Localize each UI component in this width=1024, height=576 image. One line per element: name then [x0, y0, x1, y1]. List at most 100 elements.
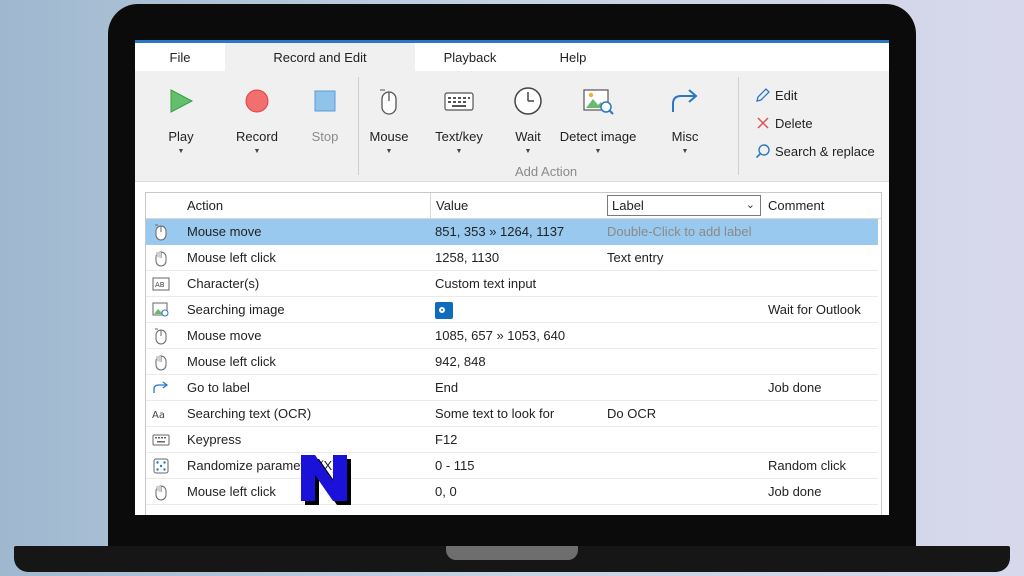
delete-label: Delete [775, 115, 813, 131]
edit-label: Edit [775, 87, 798, 103]
row-label[interactable]: Text entry [607, 245, 663, 270]
table-row[interactable]: Randomize parameter (X) 0 - 115 Random cli… [146, 453, 878, 479]
search-replace-button[interactable]: Search & replace [755, 143, 875, 159]
play-button[interactable]: Play ▼ [157, 85, 205, 155]
chevron-down-icon: ▼ [455, 148, 463, 155]
record-button[interactable]: Record ▼ [231, 85, 283, 155]
header-label-dropdown[interactable]: Label ⌄ [607, 195, 761, 216]
goto-arrow-icon [150, 375, 172, 400]
search-replace-label: Search & replace [775, 143, 875, 159]
row-value[interactable]: 1258, 1130 [435, 245, 499, 270]
row-value[interactable]: End [435, 375, 458, 400]
tab-playback[interactable]: Playback [425, 43, 515, 71]
text-input-icon: AB [150, 271, 172, 296]
table-row[interactable]: Mouse left click 0, 0 Job done [146, 479, 878, 505]
ocr-icon: Aa [150, 401, 172, 426]
ribbon-separator [358, 77, 359, 175]
dice-icon [150, 453, 172, 478]
row-value[interactable]: 942, 848 [435, 349, 486, 374]
row-action[interactable]: Mouse move [187, 323, 261, 348]
grid-header: Action Value Label ⌄ Comment [146, 193, 881, 219]
misc-label: Misc [671, 129, 699, 144]
row-action[interactable]: Mouse left click [187, 245, 276, 270]
table-row[interactable]: Mouse left click 942, 848 [146, 349, 878, 375]
row-action[interactable]: Searching text (OCR) [187, 401, 311, 426]
textkey-label: Text/key [435, 129, 483, 144]
header-comment[interactable]: Comment [762, 193, 882, 218]
table-row[interactable]: Go to label End Job done [146, 375, 878, 401]
tab-help[interactable]: Help [535, 43, 611, 71]
chevron-down-icon: ▼ [681, 148, 689, 155]
row-value[interactable]: F12 [435, 427, 457, 452]
table-row[interactable]: Mouse move 1085, 657 » 1053, 640 [146, 323, 878, 349]
mouse-icon [380, 89, 397, 115]
row-action[interactable]: Mouse move [187, 219, 261, 244]
row-value[interactable]: 0, 0 [435, 479, 457, 504]
detect-image-action-button[interactable]: Detect image ▼ [555, 85, 641, 155]
row-action[interactable]: Go to label [187, 375, 250, 400]
row-value[interactable]: 1085, 657 » 1053, 640 [435, 323, 565, 348]
menu-bar: File Record and Edit Playback Help [135, 43, 889, 71]
watermark-logo [301, 455, 351, 505]
edit-button[interactable]: Edit [755, 87, 797, 103]
laptop-notch [446, 546, 578, 560]
row-comment[interactable]: Job done [768, 479, 822, 504]
row-comment[interactable]: Job done [768, 375, 822, 400]
record-icon [245, 89, 269, 113]
row-action[interactable]: Keypress [187, 427, 241, 452]
ribbon: Play ▼ Record ▼ Stop Mouse ▼ Text/key ▼ [135, 71, 889, 182]
mouse-icon [150, 219, 172, 244]
row-value[interactable] [435, 297, 453, 322]
mouse-click-icon [150, 479, 172, 504]
row-label[interactable]: Do OCR [607, 401, 656, 426]
row-label[interactable]: Double-Click to add label [607, 219, 752, 244]
mouse-label: Mouse [369, 129, 409, 144]
table-row[interactable]: Aa Searching text (OCR) Some text to look … [146, 401, 878, 427]
action-grid: Action Value Label ⌄ Comment Mouse move 8… [145, 192, 882, 515]
header-label: Label [612, 198, 644, 213]
row-value[interactable]: Custom text input [435, 271, 536, 296]
header-value[interactable]: Value [430, 193, 600, 218]
pencil-icon [756, 88, 770, 102]
table-row[interactable]: Searching image Wait for Outlook [146, 297, 878, 323]
svg-text:AB: AB [155, 281, 165, 289]
table-row[interactable]: Mouse left click 1258, 1130 Text entry [146, 245, 878, 271]
row-action[interactable]: Mouse left click [187, 479, 276, 504]
misc-action-button[interactable]: Misc ▼ [665, 85, 705, 155]
mouse-click-icon [150, 349, 172, 374]
record-label: Record [236, 129, 278, 144]
image-search-icon [583, 89, 614, 115]
row-comment[interactable]: Random click [768, 453, 846, 478]
stop-icon [314, 90, 336, 112]
delete-button[interactable]: Delete [755, 115, 813, 131]
chevron-down-icon: ▼ [253, 148, 261, 155]
row-action[interactable]: Character(s) [187, 271, 259, 296]
row-comment[interactable]: Wait for Outlook [768, 297, 861, 322]
textkey-action-button[interactable]: Text/key ▼ [431, 85, 487, 155]
mouse-action-button[interactable]: Mouse ▼ [365, 85, 413, 155]
stop-button[interactable]: Stop [305, 85, 345, 144]
stop-label: Stop [311, 129, 339, 144]
row-action[interactable]: Mouse left click [187, 349, 276, 374]
tab-file[interactable]: File [135, 43, 225, 71]
play-label: Play [168, 129, 194, 144]
table-row[interactable]: AB Character(s) Custom text input [146, 271, 878, 297]
close-icon [757, 117, 769, 129]
chevron-down-icon: ⌄ [745, 199, 755, 211]
wait-label: Wait [515, 129, 541, 144]
row-value[interactable]: 0 - 115 [435, 453, 475, 478]
image-search-icon [150, 297, 172, 322]
keyboard-icon [444, 92, 474, 111]
table-row[interactable]: Mouse move 851, 353 » 1264, 1137 Double-Cl… [146, 219, 878, 245]
wait-action-button[interactable]: Wait ▼ [507, 85, 549, 155]
tab-record-and-edit[interactable]: Record and Edit [225, 43, 415, 71]
row-value[interactable]: Some text to look for [435, 401, 554, 426]
mouse-click-icon [150, 245, 172, 270]
add-action-group-label: Add Action [515, 164, 578, 179]
keyboard-icon [150, 427, 172, 452]
header-action[interactable]: Action [181, 193, 431, 218]
table-row[interactable]: Keypress F12 [146, 427, 878, 453]
mouse-icon [150, 323, 172, 348]
row-value[interactable]: 851, 353 » 1264, 1137 [435, 219, 564, 244]
row-action[interactable]: Searching image [187, 297, 285, 322]
